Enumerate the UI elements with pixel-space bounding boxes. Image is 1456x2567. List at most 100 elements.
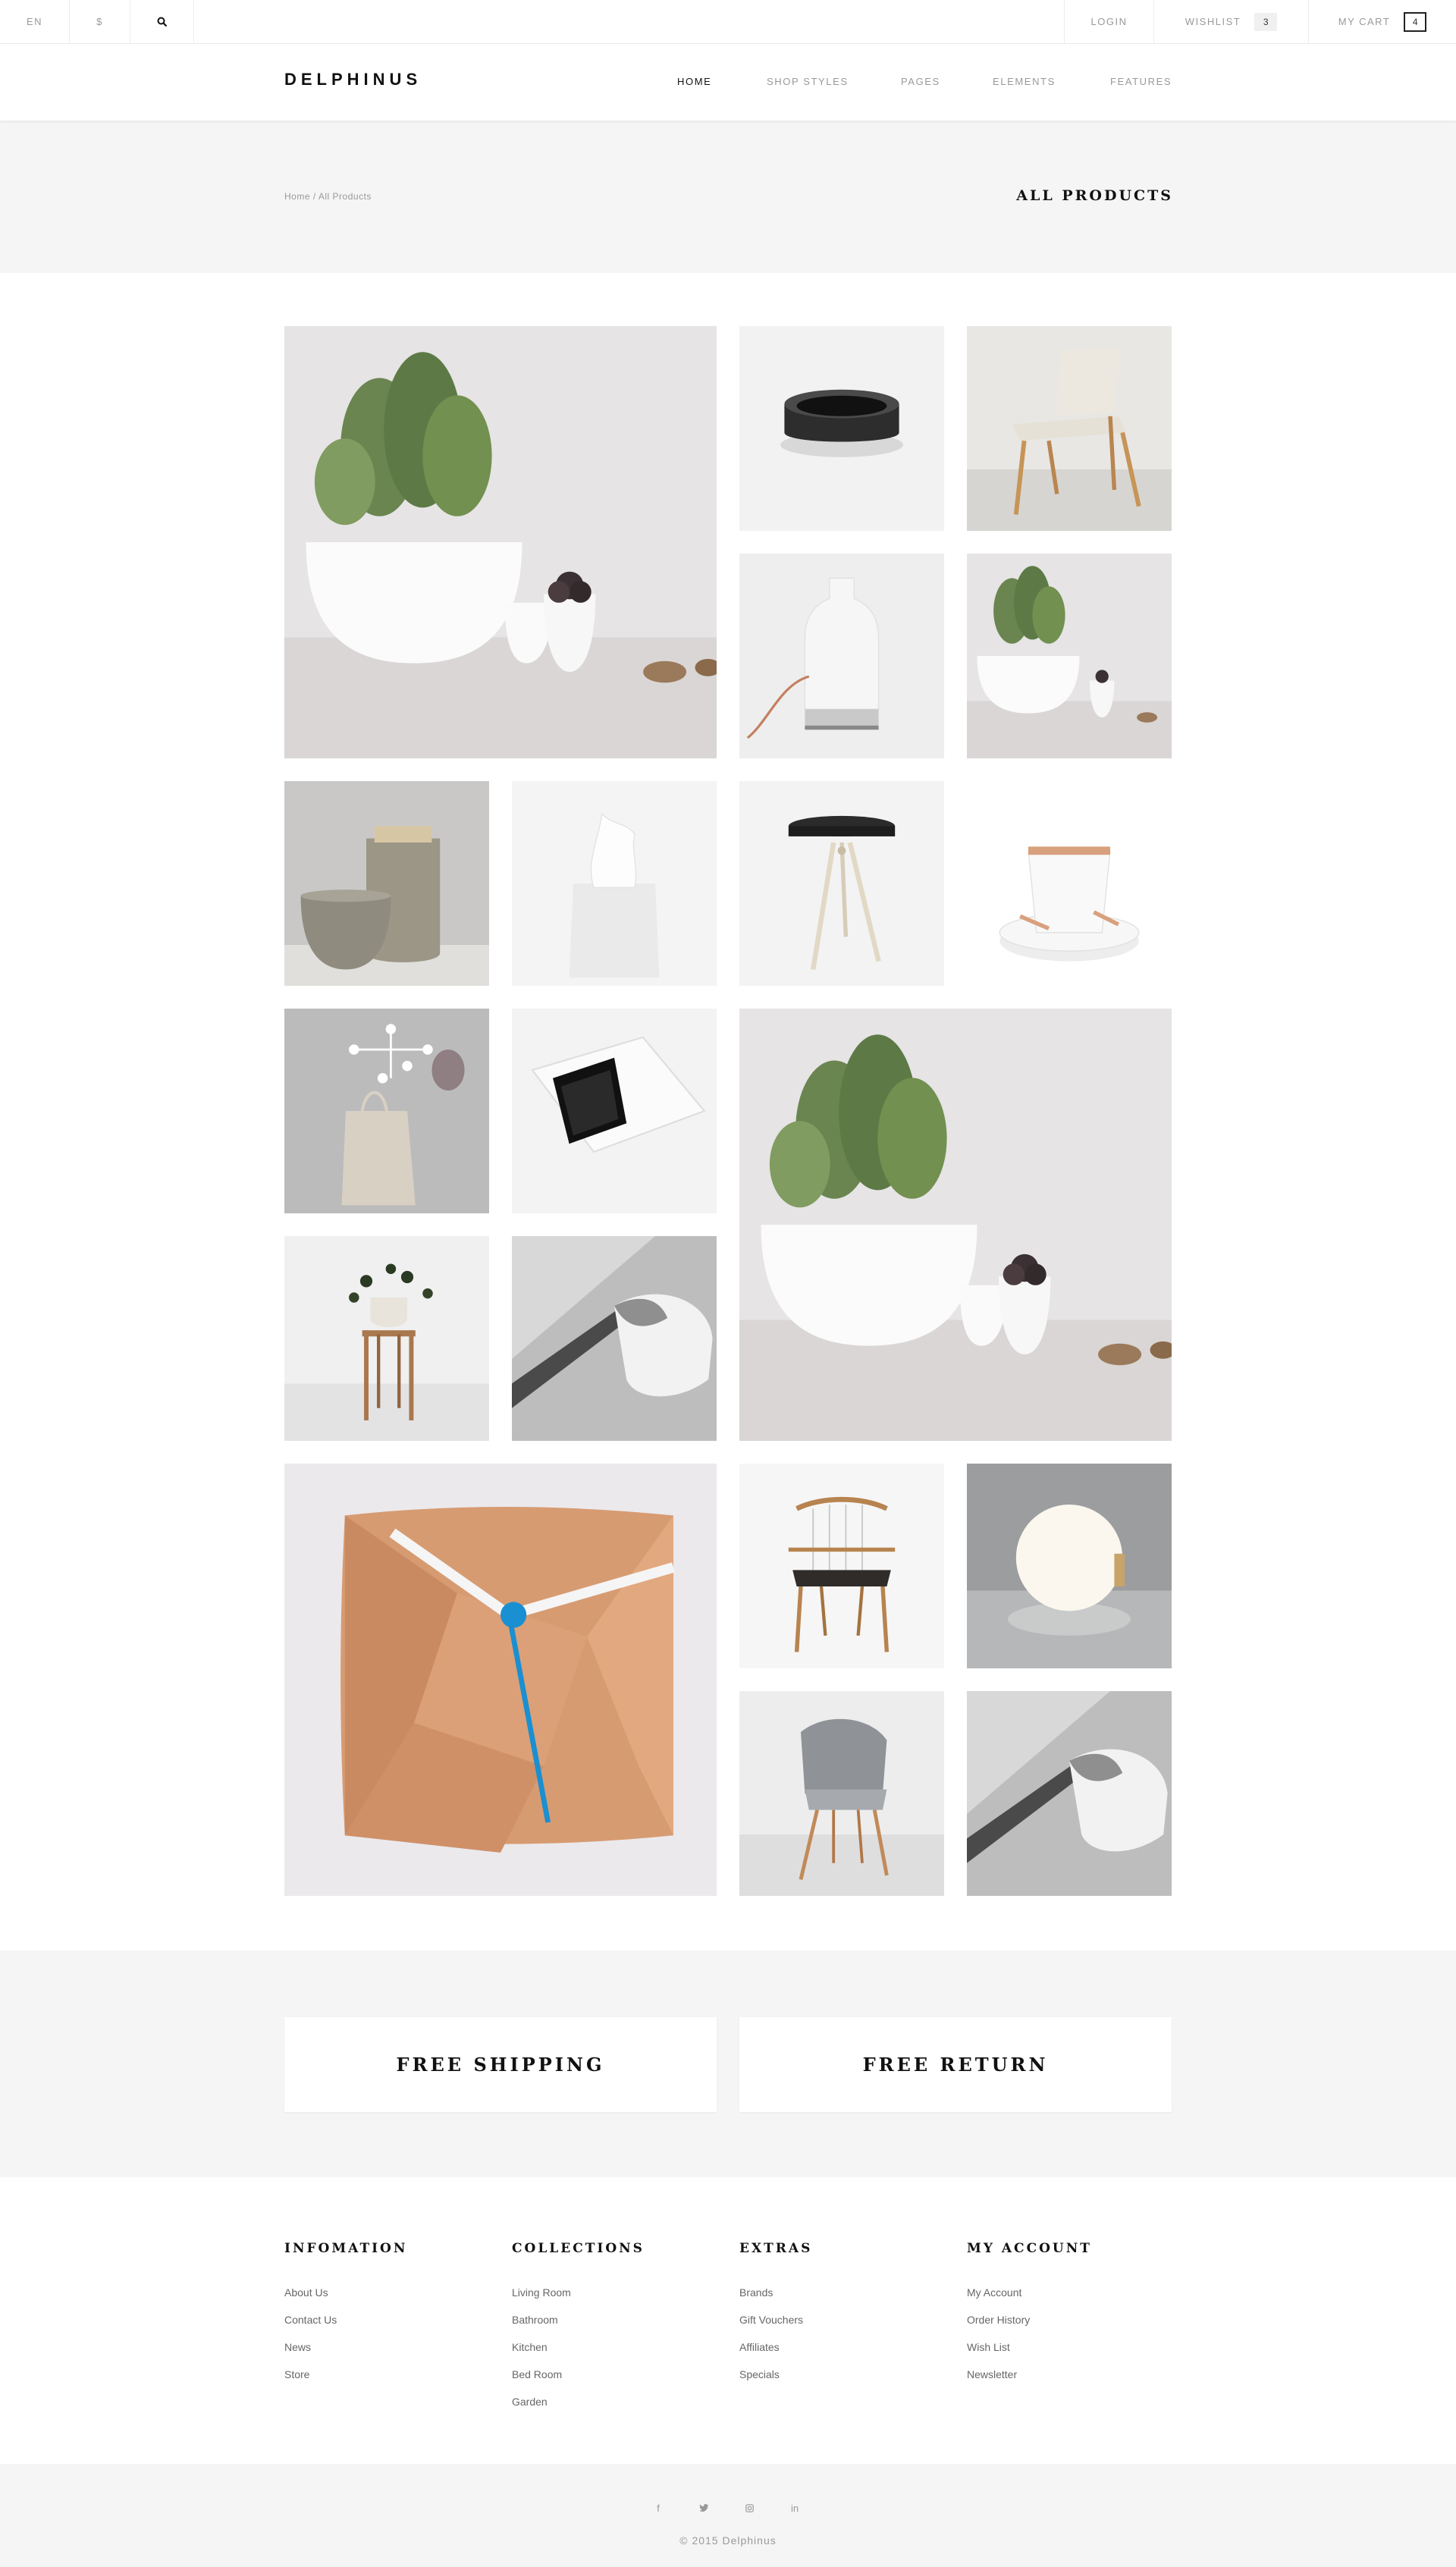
- footer-link-newsletter[interactable]: Newsletter: [967, 2368, 1017, 2380]
- page-banner: Home / All Products ALL PRODUCTS: [0, 121, 1456, 273]
- plant-stand-image: [284, 1236, 489, 1441]
- footer-link-bathroom[interactable]: Bathroom: [512, 2314, 558, 2326]
- footer-link-my-account[interactable]: My Account: [967, 2286, 1021, 2299]
- product-tile-string-armchair[interactable]: [739, 1464, 944, 1668]
- wishlist-label: WISHLIST: [1185, 16, 1241, 27]
- instagram-glyph-icon: [745, 2503, 754, 2512]
- nav-shop-styles[interactable]: SHOP STYLES: [767, 76, 849, 87]
- product-tile-bucket[interactable]: [967, 781, 1172, 986]
- plant-pot-image: [739, 1009, 1172, 1441]
- footer-bottom-bar: f in © 2015 Delphinus: [0, 2464, 1456, 2567]
- facebook-icon[interactable]: f: [651, 2500, 666, 2515]
- product-tile-stool[interactable]: [739, 781, 944, 986]
- twitter-icon[interactable]: [696, 2500, 711, 2515]
- page-title: ALL PRODUCTS: [1016, 187, 1173, 204]
- armchair-image: [739, 1464, 944, 1668]
- footer-link-wish-list[interactable]: Wish List: [967, 2341, 1010, 2353]
- nav-features[interactable]: FEATURES: [1110, 76, 1172, 87]
- product-tile-planter-large-2[interactable]: [739, 1009, 1172, 1441]
- language-label: EN: [26, 16, 43, 27]
- twitter-bird-icon: [699, 2504, 708, 2512]
- breadcrumb: Home / All Products: [284, 191, 372, 202]
- product-tile-stone-bowl[interactable]: [739, 326, 944, 531]
- footer-heading: INFOMATION: [284, 2241, 408, 2256]
- product-tile-tissue-box[interactable]: [512, 781, 717, 986]
- nav-home[interactable]: HOME: [677, 76, 711, 87]
- wishlist-link[interactable]: WISHLIST 3: [1153, 0, 1308, 43]
- footer-column-extras: EXTRAS Brands Gift Vouchers Affiliates S…: [739, 2241, 812, 2396]
- currency-selector[interactable]: $: [70, 0, 130, 43]
- currency-label: $: [96, 16, 103, 27]
- search-button[interactable]: [130, 0, 194, 43]
- footer-column-information: INFOMATION About Us Contact Us News Stor…: [284, 2241, 407, 2396]
- shell-chair-image: [739, 1691, 944, 1896]
- top-bar: EN $ LOGIN WISHLIST 3 MY CART 4: [0, 0, 1456, 44]
- nav-elements[interactable]: ELEMENTS: [993, 76, 1056, 87]
- vase-image: [284, 781, 489, 986]
- product-tile-planter[interactable]: [967, 554, 1172, 758]
- login-label: LOGIN: [1090, 16, 1128, 27]
- product-tile-laptop-cup-2[interactable]: [967, 1691, 1172, 1896]
- cup-image: [967, 1691, 1172, 1896]
- footer-link-bed-room[interactable]: Bed Room: [512, 2368, 562, 2380]
- bucket-image: [967, 781, 1172, 986]
- wishlist-count-badge: 3: [1254, 12, 1278, 31]
- cup-image: [512, 1236, 717, 1441]
- footer-link-order-history[interactable]: Order History: [967, 2314, 1030, 2326]
- clock-image: [284, 1464, 717, 1896]
- footer-link-brands[interactable]: Brands: [739, 2286, 773, 2299]
- cart-count-badge: 4: [1404, 11, 1427, 32]
- cart-label: MY CART: [1338, 16, 1391, 27]
- login-link[interactable]: LOGIN: [1064, 0, 1153, 43]
- footer-column-collections: COLLECTIONS Living Room Bathroom Kitchen…: [512, 2241, 645, 2423]
- footer-column-my-account: MY ACCOUNT My Account Order History Wish…: [967, 2241, 1092, 2396]
- footer-link-about-us[interactable]: About Us: [284, 2286, 328, 2299]
- footer-link-specials[interactable]: Specials: [739, 2368, 780, 2380]
- language-selector[interactable]: EN: [0, 0, 70, 43]
- product-tile-laptop-cup[interactable]: [512, 1236, 717, 1441]
- services-section: FREE SHIPPING FREE RETURN: [0, 1950, 1456, 2177]
- footer-link-affiliates[interactable]: Affiliates: [739, 2341, 780, 2353]
- nav-pages[interactable]: PAGES: [901, 76, 940, 87]
- stool-image: [739, 781, 944, 986]
- site-logo[interactable]: DELPHINUS: [284, 70, 422, 89]
- footer-link-contact-us[interactable]: Contact Us: [284, 2314, 337, 2326]
- product-tile-globe-lamp[interactable]: [967, 1464, 1172, 1668]
- free-shipping-box: FREE SHIPPING: [284, 2017, 717, 2112]
- footer-link-garden[interactable]: Garden: [512, 2396, 548, 2408]
- instagram-icon[interactable]: [742, 2500, 757, 2515]
- breadcrumb-separator: /: [312, 191, 316, 202]
- main-header: DELPHINUS HOME SHOP STYLES PAGES ELEMENT…: [0, 44, 1456, 121]
- footer-heading: EXTRAS: [739, 2241, 813, 2256]
- product-tile-planter-large[interactable]: [284, 326, 717, 758]
- breadcrumb-home[interactable]: Home: [284, 191, 310, 202]
- product-tile-vases[interactable]: [284, 781, 489, 986]
- dock-image: [512, 1009, 717, 1213]
- free-return-box: FREE RETURN: [739, 2017, 1172, 2112]
- footer-link-kitchen[interactable]: Kitchen: [512, 2341, 548, 2353]
- footer-heading: COLLECTIONS: [512, 2241, 645, 2256]
- linkedin-icon[interactable]: in: [787, 2500, 802, 2515]
- lamp-image: [739, 554, 944, 758]
- product-tile-wall-clock[interactable]: [284, 1464, 717, 1896]
- footer-link-news[interactable]: News: [284, 2341, 311, 2353]
- product-tile-bottle-lamp[interactable]: [739, 554, 944, 758]
- plant-pot-image: [284, 326, 717, 758]
- footer-heading: MY ACCOUNT: [967, 2241, 1092, 2256]
- product-tile-plant-stand[interactable]: [284, 1236, 489, 1441]
- bowl-image: [739, 326, 944, 531]
- breadcrumb-current: All Products: [318, 191, 372, 202]
- footer-link-living-room[interactable]: Living Room: [512, 2286, 571, 2299]
- product-tile-phone-dock[interactable]: [512, 1009, 717, 1213]
- product-tile-wooden-chair[interactable]: [967, 326, 1172, 531]
- product-tile-wall-hooks[interactable]: [284, 1009, 489, 1213]
- cart-link[interactable]: MY CART 4: [1308, 0, 1456, 43]
- chair-image: [967, 326, 1172, 531]
- footer-link-store[interactable]: Store: [284, 2368, 309, 2380]
- footer-link-gift-vouchers[interactable]: Gift Vouchers: [739, 2314, 803, 2326]
- tissue-box-image: [512, 781, 717, 986]
- product-tile-shell-chair[interactable]: [739, 1691, 944, 1896]
- plant-pot-image: [967, 554, 1172, 758]
- copyright-text: © 2015 Delphinus: [679, 2534, 777, 2547]
- globe-lamp-image: [967, 1464, 1172, 1668]
